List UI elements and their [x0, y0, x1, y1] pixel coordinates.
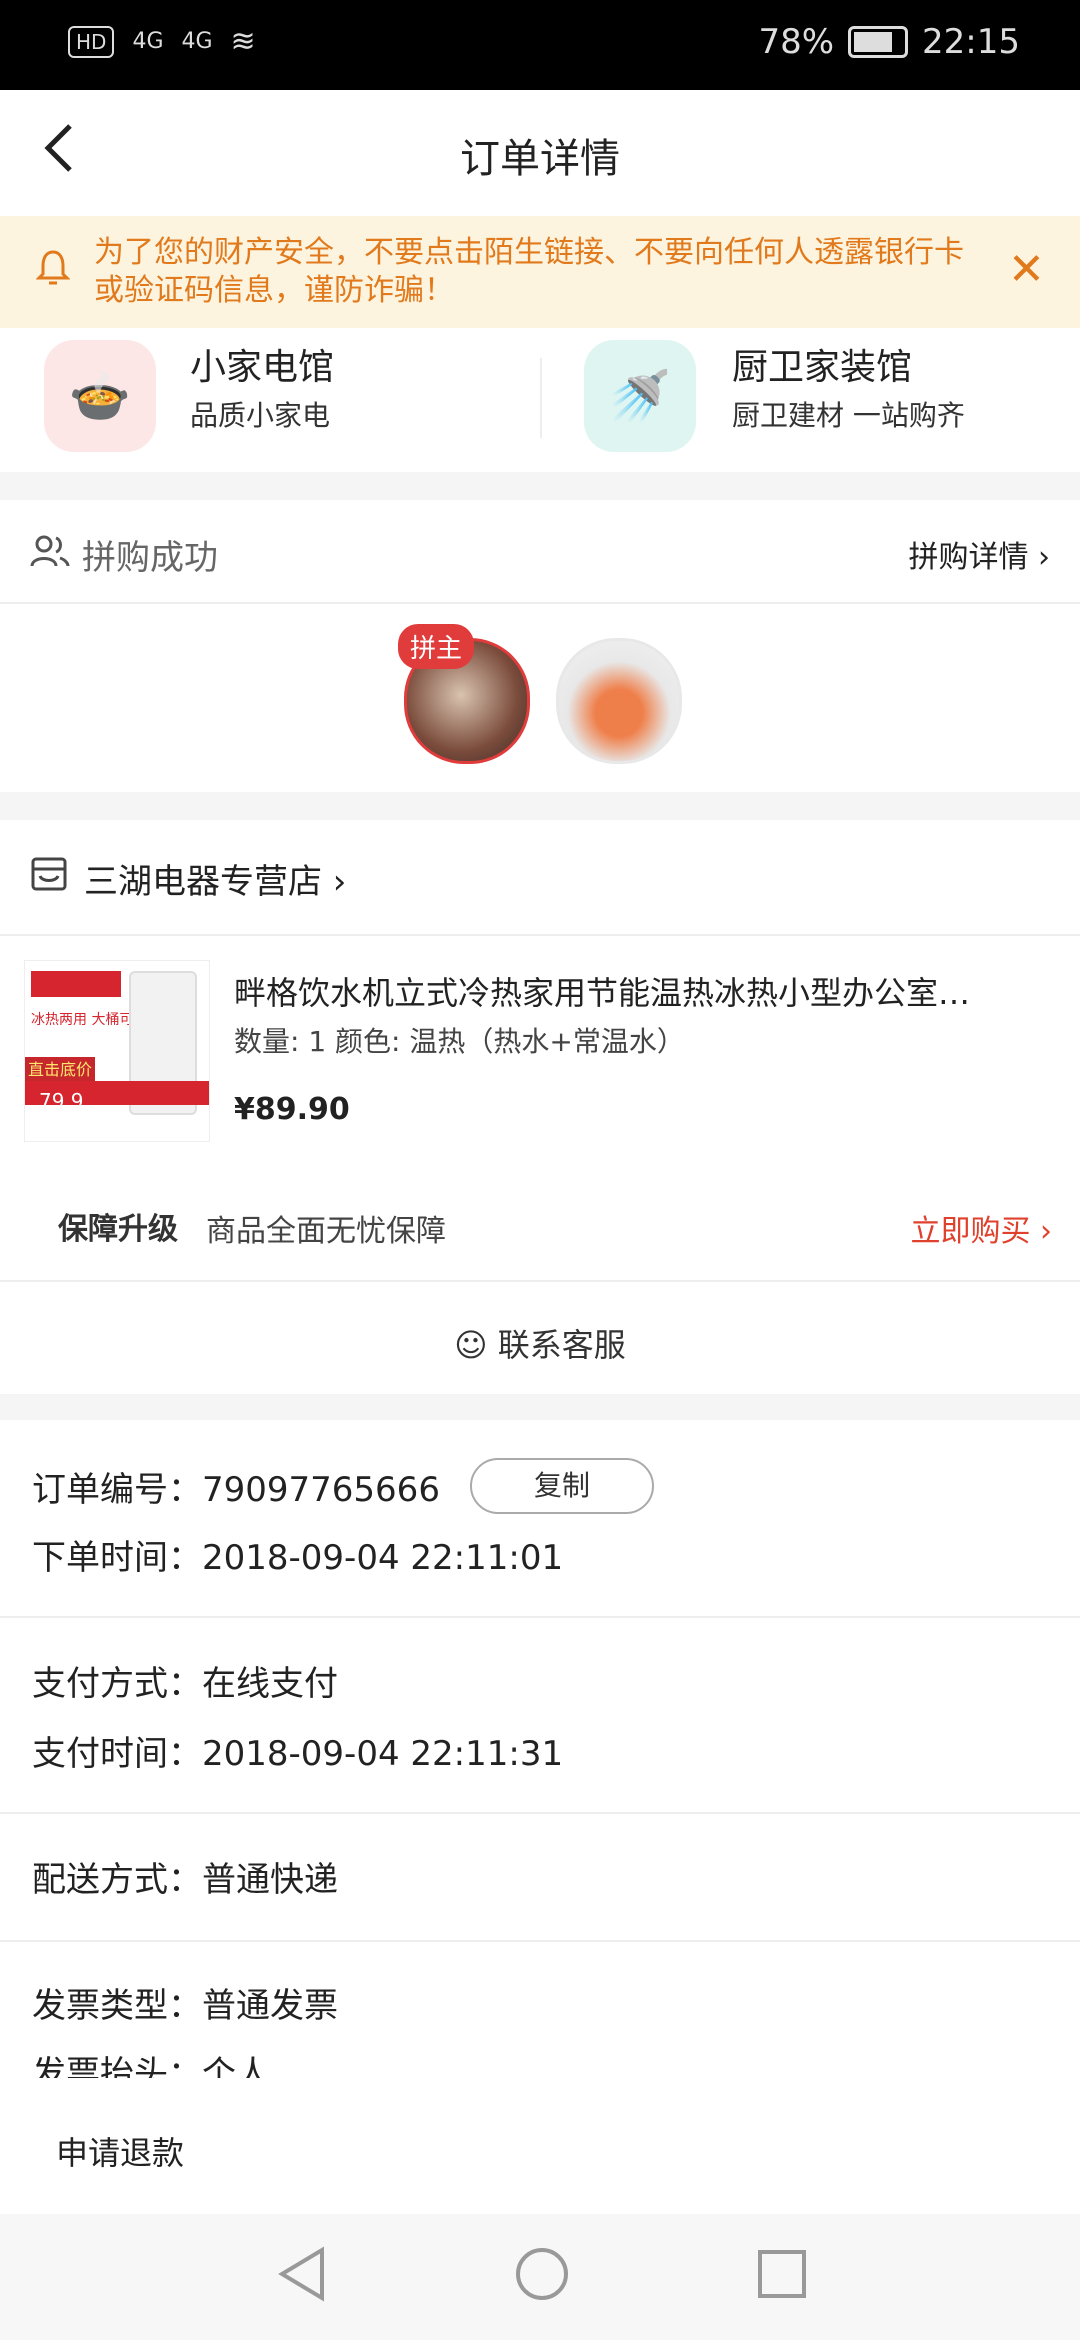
signal-icon-2: 4G: [181, 29, 213, 54]
battery-percent: 78%: [758, 22, 835, 62]
divider: [0, 1616, 1080, 1618]
divider: [0, 1812, 1080, 1814]
app-header: 订单详情: [0, 90, 1080, 216]
product-name[interactable]: 畔格饮水机立式冷热家用节能温热冰热小型办公室…: [234, 968, 1054, 1014]
contact-service-label: 联系客服: [497, 1326, 626, 1364]
payment-method: 支付方式：在线支付: [32, 1664, 338, 1704]
security-notice: 为了您的财产安全，不要点击陌生链接、不要向任何人透露银行卡或验证码信息，谨防诈骗…: [0, 216, 1080, 328]
avatar-2[interactable]: [556, 638, 682, 764]
square-recent-icon: [758, 2250, 806, 2298]
group-buy-section: 拼购成功 拼购详情 › 拼主: [0, 500, 1080, 792]
category-subtitle-2: 厨卫建材 一站购齐: [732, 399, 965, 432]
kitchen-bath-icon[interactable]: 🚿: [584, 340, 696, 452]
store-icon: [30, 856, 68, 901]
users-icon: [30, 534, 70, 579]
group-buy-detail-link[interactable]: 拼购详情 ›: [908, 532, 1050, 576]
warranty-label: 保障升级: [58, 1212, 178, 1247]
order-info-section: 订单编号：79097765666 复制 下单时间：2018-09-04 22:1…: [0, 1420, 1080, 2094]
nav-back-button[interactable]: [276, 2244, 328, 2318]
category-title-1[interactable]: 小家电馆: [190, 338, 334, 390]
order-time: 下单时间：2018-09-04 22:11:01: [32, 1538, 564, 1578]
contact-service[interactable]: ☺ 联系客服: [0, 1320, 1080, 1366]
divider: [540, 358, 542, 438]
chat-icon: ☺: [454, 1326, 488, 1364]
bottom-action-bar: 申请退款: [0, 2078, 1080, 2214]
buy-now-button[interactable]: 立即购买 ›: [910, 1206, 1052, 1250]
status-bar: HD 4G 4G ≋ 78% 22:15: [0, 0, 1080, 90]
bell-icon: [35, 248, 71, 288]
product-price: ¥89.90: [234, 1092, 350, 1127]
store-section: 三湖电器专营店 › 冰热两用 大桶可用 直击底价 79.9 畔格饮水机立式冷热家…: [0, 820, 1080, 1394]
close-icon: ✕: [1008, 244, 1045, 295]
brand-logo: [31, 971, 121, 997]
divider: [0, 1940, 1080, 1942]
category-title-2[interactable]: 厨卫家装馆: [732, 338, 912, 390]
thumb-price: 79.9: [39, 1089, 84, 1113]
thumb-tag: 直击底价: [25, 1057, 95, 1083]
wifi-icon: ≋: [230, 24, 256, 59]
system-nav-bar: [0, 2214, 1080, 2340]
warranty-desc: 商品全面无忧保障: [206, 1214, 446, 1249]
group-buy-header: 拼购成功 拼购详情 ›: [0, 500, 1080, 604]
leader-badge: 拼主: [398, 624, 475, 669]
clock: 22:15: [922, 22, 1020, 62]
product-thumbnail[interactable]: 冰热两用 大桶可用 直击底价 79.9: [24, 960, 210, 1142]
product-spec: 数量: 1 颜色: 温热（热水+常温水）: [234, 1025, 685, 1058]
triangle-back-icon: [278, 2246, 324, 2302]
copy-button[interactable]: 复制: [470, 1458, 654, 1514]
store-name[interactable]: 三湖电器专营店 ›: [84, 854, 346, 903]
battery-icon: [848, 26, 909, 58]
payment-time: 支付时间：2018-09-04 22:11:31: [32, 1734, 564, 1774]
category-subtitle-1: 品质小家电: [190, 399, 331, 432]
circle-home-icon: [516, 2248, 568, 2300]
signal-icon: 4G: [132, 29, 164, 54]
store-header[interactable]: 三湖电器专营店 ›: [0, 820, 1080, 936]
notice-text: 为了您的财产安全，不要点击陌生链接、不要向任何人透露银行卡或验证码信息，谨防诈骗…: [94, 235, 964, 308]
order-number: 订单编号：79097765666: [32, 1470, 440, 1510]
page-title: 订单详情: [460, 136, 620, 182]
nav-recent-button[interactable]: [754, 2244, 810, 2318]
group-buy-status: 拼购成功: [82, 538, 218, 578]
invoice-type: 发票类型：普通发票: [32, 1986, 338, 2026]
close-notice-button[interactable]: ✕: [1008, 244, 1045, 295]
delivery-method: 配送方式：普通快递: [32, 1860, 338, 1900]
refund-button[interactable]: 申请退款: [56, 2128, 184, 2174]
small-appliance-icon[interactable]: 🍲: [44, 340, 156, 452]
category-banner: 🍲 小家电馆 品质小家电 🚿 厨卫家装馆 厨卫建材 一站购齐: [0, 328, 1080, 472]
nav-home-button[interactable]: [512, 2244, 572, 2318]
hd-icon: HD: [68, 25, 115, 58]
contact-service-button[interactable]: ☺ 联系客服: [0, 1280, 1080, 1396]
